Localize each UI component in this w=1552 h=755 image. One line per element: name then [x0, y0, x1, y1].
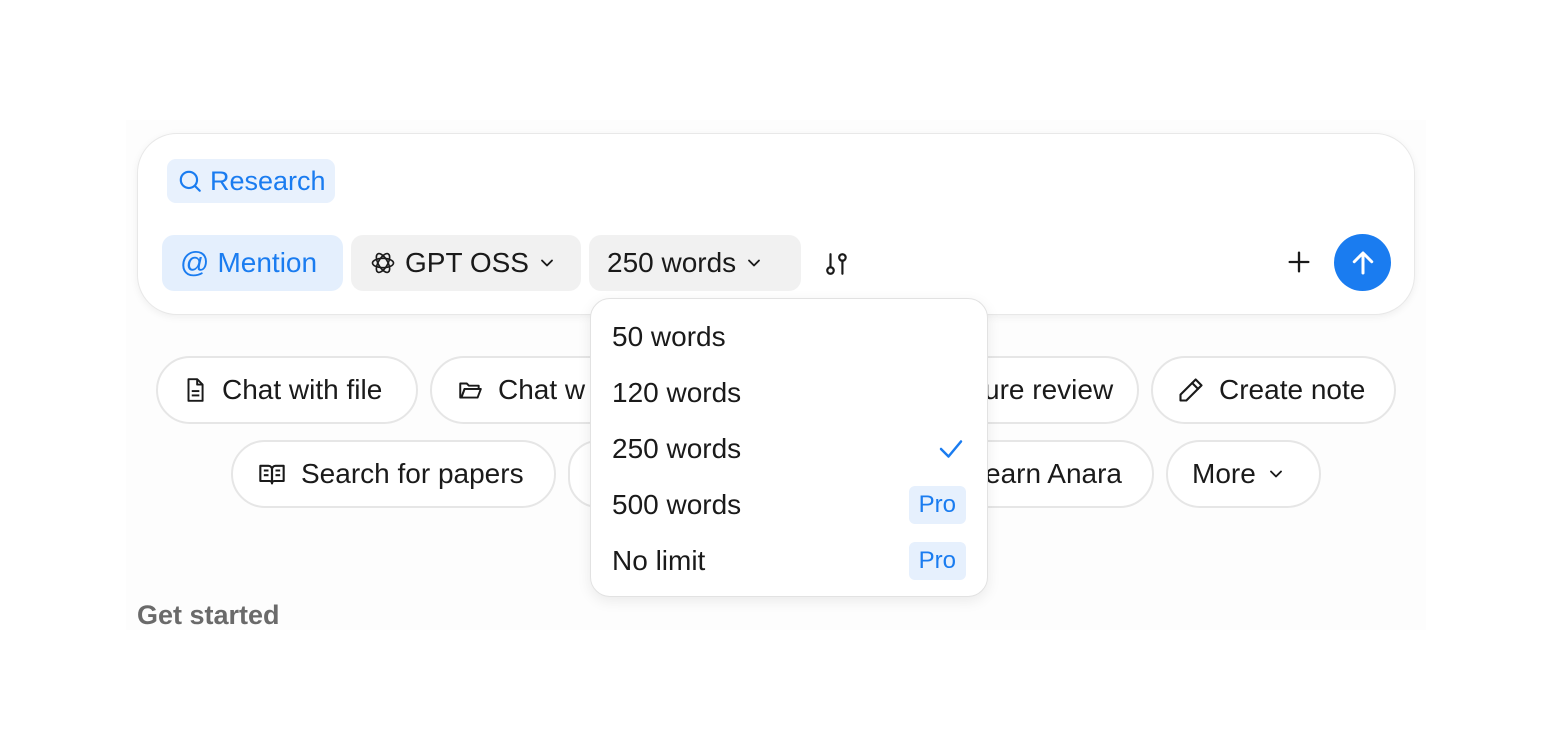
- mention-button[interactable]: @ Mention: [162, 235, 343, 291]
- more-button[interactable]: More: [1166, 440, 1321, 508]
- research-mode-chip[interactable]: Research: [167, 159, 335, 203]
- length-option-50[interactable]: 50 words: [591, 309, 987, 365]
- option-label: 50 words: [612, 321, 726, 352]
- chat-composer[interactable]: Research @ Mention GPT OSS 250 words: [137, 133, 1415, 315]
- plus-icon[interactable]: [1285, 248, 1313, 276]
- literature-review-label: ure review: [984, 374, 1114, 405]
- more-label: More: [1192, 458, 1256, 489]
- option-label: No limit: [612, 545, 706, 576]
- tune-icon[interactable]: [824, 251, 850, 277]
- book-open-icon: [259, 464, 285, 485]
- chat-with-file-label: Chat with file: [222, 374, 383, 405]
- chevron-down-icon: [541, 259, 553, 267]
- mention-label: Mention: [217, 247, 318, 278]
- chat-with-folder-label: Chat w: [498, 374, 586, 405]
- length-label: 250 words: [607, 247, 737, 278]
- pencil-icon: [1179, 378, 1203, 402]
- at-icon: @: [180, 246, 210, 279]
- pro-badge: Pro: [908, 486, 966, 524]
- learn-anara-label: earn Anara: [985, 458, 1122, 489]
- create-note-label: Create note: [1219, 374, 1366, 405]
- length-dropdown-menu: 50 words 120 words 250 words 500 words P…: [590, 298, 988, 597]
- chat-with-file-button[interactable]: Chat with file: [156, 356, 418, 424]
- checkmark-icon: [939, 440, 963, 458]
- openai-icon: [371, 252, 395, 274]
- arrow-up-icon: [1352, 251, 1373, 274]
- model-label: GPT OSS: [405, 247, 529, 278]
- option-label: 120 words: [612, 377, 742, 408]
- create-note-button[interactable]: Create note: [1151, 356, 1396, 424]
- chevron-down-icon: [1269, 470, 1282, 478]
- length-selector[interactable]: 250 words: [589, 235, 801, 291]
- option-label: 500 words: [612, 489, 742, 520]
- file-icon: [187, 378, 204, 402]
- folder-icon: [459, 382, 482, 399]
- search-icon: [179, 170, 201, 192]
- length-option-no-limit[interactable]: No limit Pro: [591, 533, 987, 589]
- model-selector[interactable]: GPT OSS: [351, 235, 581, 291]
- pro-badge: Pro: [908, 542, 966, 580]
- get-started-heading: Get started: [137, 600, 280, 630]
- chevron-down-icon: [748, 259, 761, 267]
- search-papers-button[interactable]: Search for papers: [231, 440, 556, 508]
- composer-toolbar: @ Mention GPT OSS 250 words: [162, 235, 801, 291]
- length-option-250[interactable]: 250 words: [591, 421, 987, 477]
- send-button[interactable]: [1334, 234, 1391, 291]
- length-option-120[interactable]: 120 words: [591, 365, 987, 421]
- option-label: 250 words: [612, 433, 742, 464]
- search-papers-label: Search for papers: [301, 458, 524, 489]
- length-option-500[interactable]: 500 words Pro: [591, 477, 987, 533]
- research-label: Research: [210, 165, 326, 196]
